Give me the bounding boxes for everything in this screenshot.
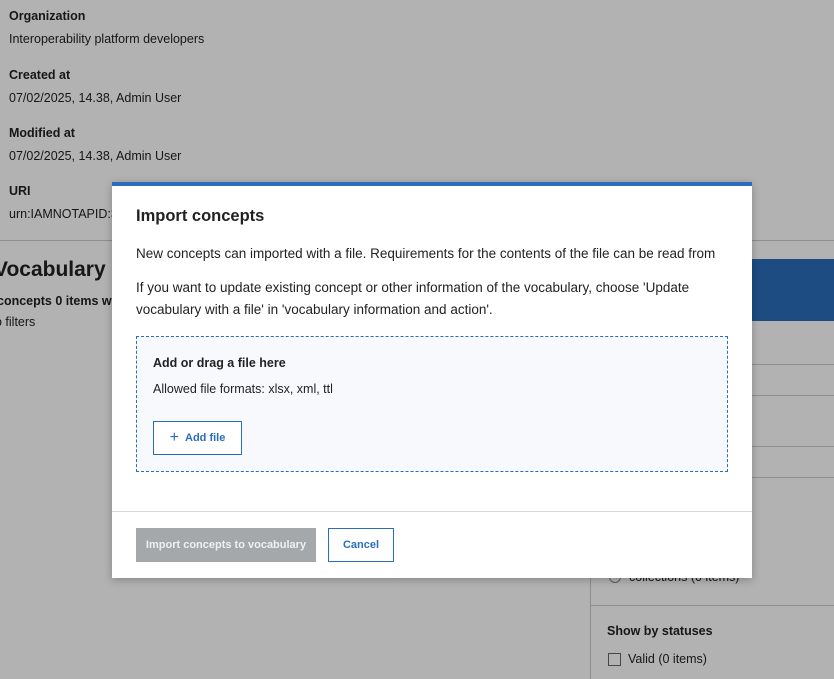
add-file-label: Add file xyxy=(185,432,226,444)
modal-footer-divider xyxy=(112,511,752,512)
allowed-formats-text: Allowed file formats: xlsx, xml, ttl xyxy=(153,382,333,396)
import-concepts-button[interactable]: Import concepts to vocabulary xyxy=(136,528,316,562)
modal-title: Import concepts xyxy=(136,207,265,225)
modal-description-requirements: New concepts can imported with a file. R… xyxy=(136,246,716,261)
plus-icon: + xyxy=(169,429,179,446)
import-concepts-modal: Import concepts New concepts can importe… xyxy=(112,182,752,578)
dropzone-title: Add or drag a file here xyxy=(153,356,286,370)
file-dropzone[interactable]: Add or drag a file here Allowed file for… xyxy=(136,336,728,472)
modal-description-update: If you want to update existing concept o… xyxy=(136,280,690,317)
add-file-button[interactable]: + Add file xyxy=(153,421,242,455)
cancel-button[interactable]: Cancel xyxy=(328,528,394,562)
